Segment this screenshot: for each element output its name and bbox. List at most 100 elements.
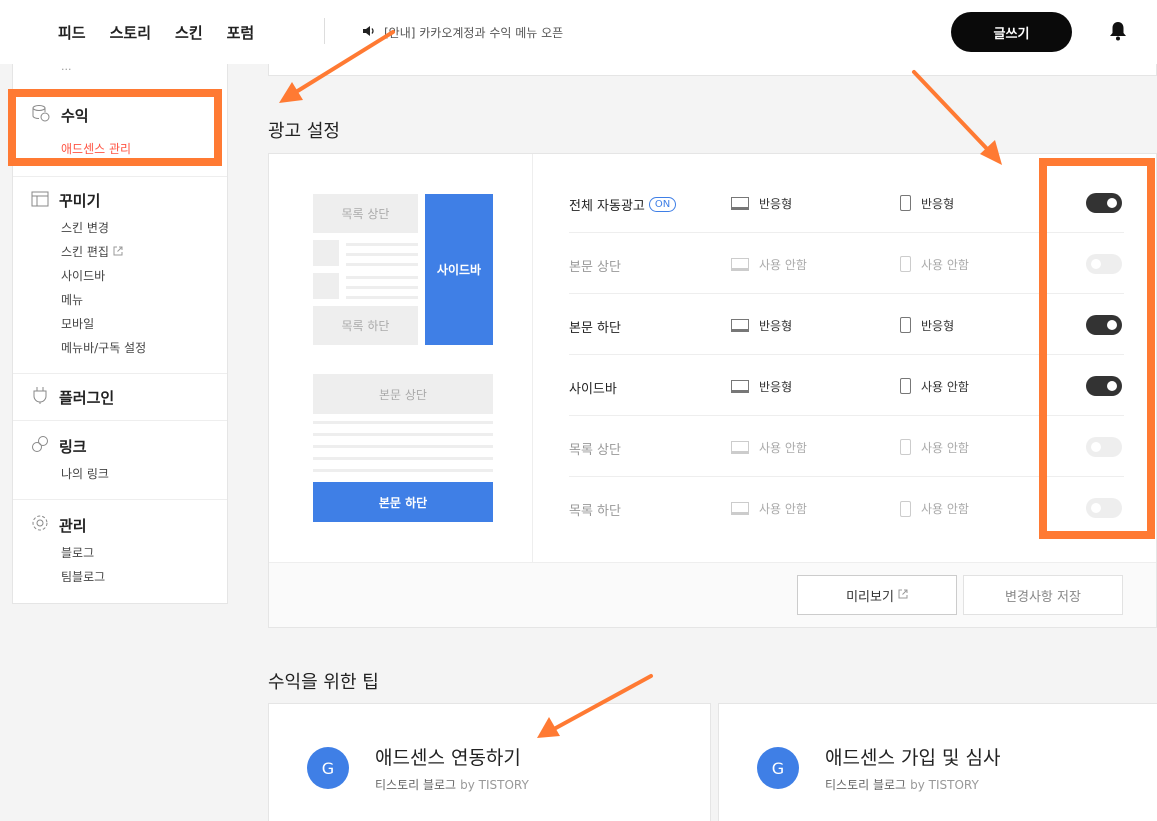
on-badge: ON — [648, 196, 677, 212]
mobile-icon — [900, 256, 911, 273]
plug-icon — [31, 386, 49, 408]
tip-card-by: by TISTORY — [910, 778, 979, 792]
preview-line — [313, 469, 493, 472]
sidebar-subitem-my-link[interactable]: 나의 링크 — [61, 465, 109, 482]
pc-option[interactable]: 반응형 — [731, 317, 792, 334]
tip-card-by: by TISTORY — [460, 778, 529, 792]
preview-line — [313, 421, 493, 424]
pc-option[interactable]: 반응형 — [731, 195, 792, 212]
pc-option-label: 사용 안함 — [759, 257, 807, 272]
sidebar-item-label: 관리 — [59, 516, 87, 535]
previous-card — [268, 64, 1157, 76]
nav-skin[interactable]: 스킨 — [175, 22, 203, 43]
pc-option-label: 사용 안함 — [759, 440, 807, 455]
sidebar-item-label: 플러그인 — [59, 388, 115, 407]
pc-option[interactable]: 사용 안함 — [731, 500, 807, 517]
monitor-icon — [731, 196, 749, 210]
pc-option-label: 반응형 — [759, 318, 793, 333]
sidebar-subitem-menu[interactable]: 메뉴 — [61, 291, 83, 308]
sidebar-item-link[interactable]: 링크 — [31, 435, 87, 457]
ad-row-label: 사이드바 — [569, 381, 617, 397]
preview-line — [313, 445, 493, 448]
sidebar-subitem-skin-edit[interactable]: 스킨 편집 — [61, 243, 123, 260]
nav-feed[interactable]: 피드 — [58, 22, 86, 43]
preview-line — [313, 457, 493, 460]
preview-list-bottom: 목록 하단 — [313, 306, 418, 345]
nav-forum[interactable]: 포럼 — [227, 22, 255, 43]
tip-card[interactable]: G 애드센스 연동하기 티스토리 블로그 by TISTORY — [268, 703, 711, 821]
preview-line — [313, 433, 493, 436]
sidebar-section-plugin — [13, 373, 227, 374]
preview-list-top: 목록 상단 — [313, 194, 418, 233]
tip-card-source: 티스토리 블로그 by TISTORY — [825, 776, 979, 793]
sidebar-item-decorate[interactable]: 꾸미기 — [31, 190, 100, 211]
mobile-option-label: 사용 안함 — [921, 379, 969, 394]
external-link-icon — [113, 245, 123, 259]
sidebar-subitem-blog[interactable]: 블로그 — [61, 544, 94, 561]
ad-settings-footer: 미리보기 변경사항 저장 — [269, 562, 1156, 627]
sidebar-subitem-menubar[interactable]: 메뉴바/구독 설정 — [61, 339, 146, 356]
mobile-icon — [900, 500, 911, 517]
ad-row-label: 본문 상단 — [569, 259, 621, 275]
ad-row-label-text: 전체 자동광고 — [569, 198, 645, 214]
monitor-icon — [731, 502, 749, 516]
nav-story[interactable]: 스토리 — [110, 22, 151, 43]
preview-line — [346, 263, 418, 266]
mobile-option[interactable]: 사용 안함 — [900, 439, 969, 456]
mobile-option[interactable]: 사용 안함 — [900, 256, 969, 273]
mobile-icon — [900, 195, 911, 212]
ad-row-label: 본문 하단 — [569, 320, 621, 336]
preview-button[interactable]: 미리보기 — [797, 575, 957, 615]
preview-body-top: 본문 상단 — [313, 374, 493, 414]
sidebar-section-link — [13, 420, 227, 421]
save-changes-button[interactable]: 변경사항 저장 — [963, 575, 1123, 615]
tip-card-title: 애드센스 연동하기 — [375, 747, 521, 769]
preview-line — [346, 243, 418, 246]
nav-divider — [324, 18, 325, 44]
sidebar-subitem-sidebar[interactable]: 사이드바 — [61, 267, 105, 284]
ad-layout-preview: 목록 상단 목록 하단 사이드바 본문 상단 본문 하단 — [269, 154, 533, 562]
external-link-icon — [898, 588, 908, 603]
write-button[interactable]: 글쓰기 — [951, 12, 1072, 52]
sidebar-item-manage[interactable]: 관리 — [31, 514, 87, 536]
monitor-icon — [731, 318, 749, 332]
bell-icon[interactable] — [1109, 21, 1127, 45]
sidebar-subitem-team-blog[interactable]: 팀블로그 — [61, 568, 105, 585]
pc-option[interactable]: 반응형 — [731, 378, 792, 395]
mobile-option[interactable]: 반응형 — [900, 195, 954, 212]
pc-option-label: 사용 안함 — [759, 502, 807, 517]
pc-option[interactable]: 사용 안함 — [731, 256, 807, 273]
monitor-icon — [731, 379, 749, 393]
sidebar-subitem-mobile[interactable]: 모바일 — [61, 315, 94, 332]
notice[interactable]: [안내] 카카오계정과 수익 메뉴 오픈 — [362, 24, 563, 41]
highlight-box-toggles — [1039, 158, 1155, 539]
sidebar-subitem-skin-change[interactable]: 스킨 변경 — [61, 219, 109, 236]
pc-option-label: 반응형 — [759, 379, 793, 394]
preview-line — [346, 286, 418, 289]
mobile-option[interactable]: 사용 안함 — [900, 378, 969, 395]
ad-row-label: 전체 자동광고 ON — [569, 195, 677, 214]
tip-card-source-name: 티스토리 블로그 — [825, 778, 907, 792]
mobile-option[interactable]: 사용 안함 — [900, 500, 969, 517]
tip-card-source-name: 티스토리 블로그 — [375, 778, 457, 792]
pc-option[interactable]: 사용 안함 — [731, 439, 807, 456]
monitor-icon — [731, 440, 749, 454]
sidebar-section-decorate — [13, 176, 227, 177]
preview-thumb — [313, 240, 339, 266]
layout-icon — [31, 191, 49, 211]
preview-line — [346, 276, 418, 279]
preview-line — [346, 253, 418, 256]
pc-option-label: 반응형 — [759, 196, 793, 211]
sidebar-item-label: 링크 — [59, 437, 87, 456]
mobile-option[interactable]: 반응형 — [900, 317, 954, 334]
sidebar-item-plugin[interactable]: 플러그인 — [31, 386, 114, 408]
ad-settings-title: 광고 설정 — [268, 121, 340, 142]
preview-thumb — [313, 273, 339, 299]
notice-text: [안내] 카카오계정과 수익 메뉴 오픈 — [384, 26, 564, 40]
sidebar-item-label: 꾸미기 — [59, 192, 101, 210]
preview-body-bottom: 본문 하단 — [313, 482, 493, 522]
sidebar-cut-item: ... — [61, 60, 72, 73]
tip-card[interactable]: G 애드센스 가입 및 심사 티스토리 블로그 by TISTORY — [718, 703, 1157, 821]
tip-card-title: 애드센스 가입 및 심사 — [825, 747, 1001, 769]
mobile-icon — [900, 439, 911, 456]
